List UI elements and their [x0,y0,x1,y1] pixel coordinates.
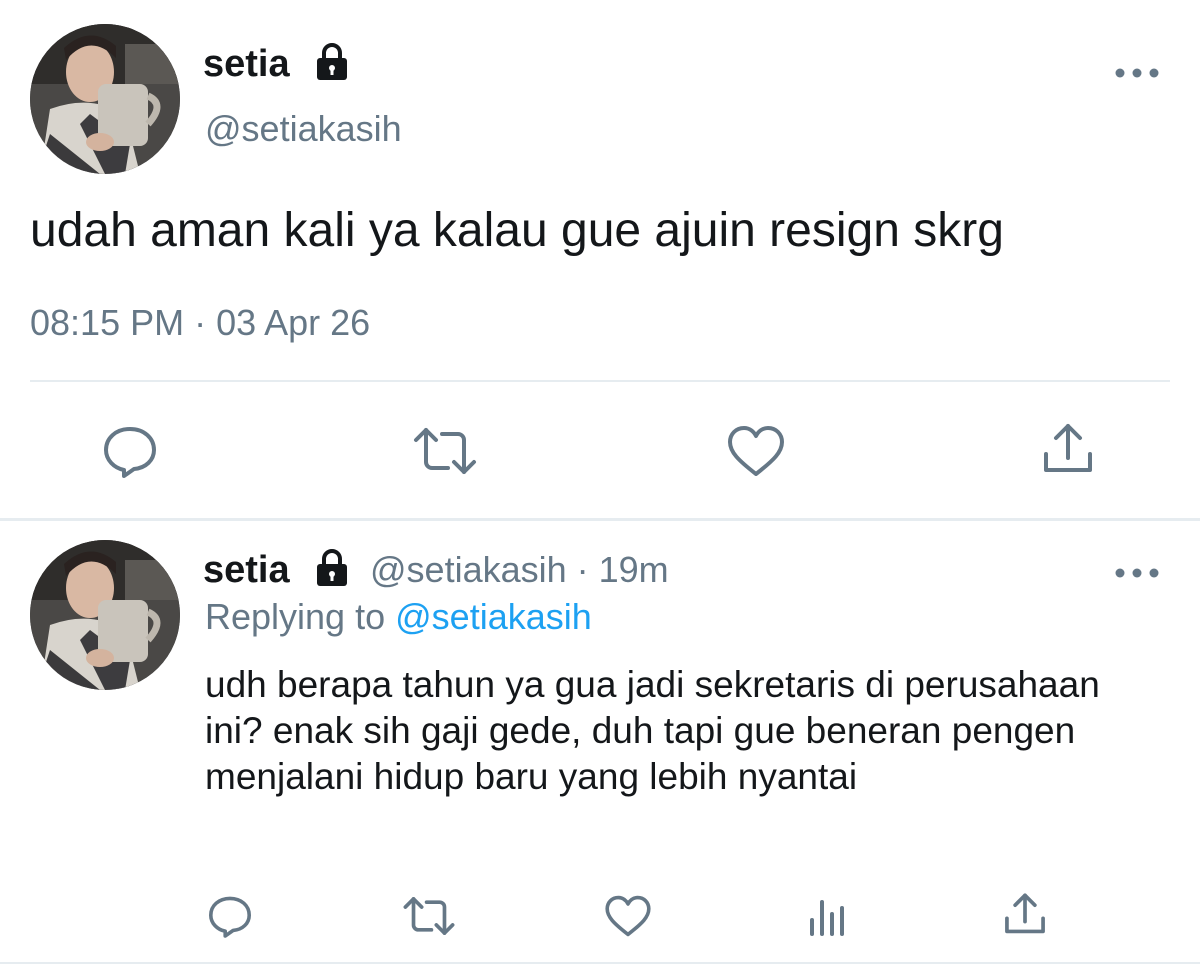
retweet-icon[interactable] [402,894,456,938]
reply-avatar[interactable] [30,540,180,690]
replying-mention-link[interactable]: @setiakasih [395,596,592,637]
author-handle[interactable]: @setiakasih [205,104,402,154]
like-icon[interactable] [604,894,652,938]
share-icon[interactable] [1002,892,1048,938]
reply-author-name[interactable]: setia [203,545,290,595]
reply-text: udh berapa tahun ya gua jadi sekretaris … [205,664,1100,797]
like-icon[interactable] [726,424,786,478]
main-avatar[interactable] [30,24,180,174]
reply-handle-time[interactable]: @setiakasih · 19m [370,545,669,595]
more-icon[interactable] [1112,58,1162,93]
reply-icon[interactable] [100,424,160,478]
divider [0,518,1200,521]
replying-prefix: Replying to [205,596,386,637]
more-icon[interactable] [1112,558,1162,593]
share-icon[interactable] [1040,422,1096,478]
tweet-timestamp[interactable]: 08:15 PM · 03 Apr 26 [30,298,370,348]
lock-icon [312,42,352,87]
retweet-icon[interactable] [412,424,478,478]
tweet-text: udah aman kali ya kalau gue ajuin resign… [30,204,1004,257]
analytics-icon[interactable] [806,894,850,938]
divider [30,380,1170,382]
divider [0,962,1200,964]
author-name[interactable]: setia [203,38,290,90]
lock-icon [312,548,352,593]
replying-to: Replying to @setiakasih [205,592,592,642]
reply-icon[interactable] [206,894,254,938]
